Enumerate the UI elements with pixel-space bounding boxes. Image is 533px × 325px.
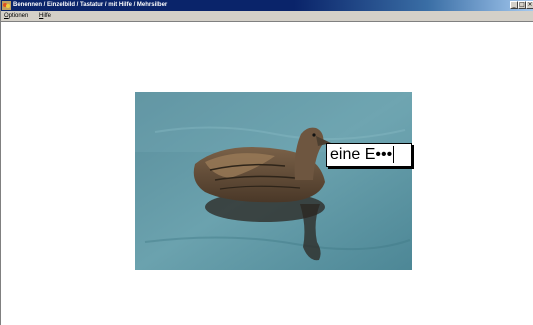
duck-picture: [135, 92, 412, 270]
app-icon: [2, 1, 11, 10]
close-button[interactable]: ×: [526, 1, 533, 9]
minimize-button[interactable]: _: [510, 1, 518, 9]
app-window: Benennen / Einzelbild / Tastatur / mit H…: [0, 0, 533, 325]
text-caret: [393, 146, 395, 164]
answer-input-text: eine E•••: [330, 146, 393, 163]
answer-input[interactable]: eine E•••: [326, 143, 412, 167]
title-bar[interactable]: Benennen / Einzelbild / Tastatur / mit H…: [1, 0, 533, 11]
menu-optionen-label: ptionen: [8, 13, 29, 19]
menu-hilfe-label: ilfe: [43, 13, 52, 19]
content-area: eine E•••: [1, 22, 533, 325]
maximize-button[interactable]: □: [518, 1, 526, 9]
menu-hilfe[interactable]: Hilfe: [39, 11, 51, 22]
window-title: Benennen / Einzelbild / Tastatur / mit H…: [13, 2, 168, 8]
menu-bar: Optionen Hilfe: [1, 11, 533, 22]
menu-optionen[interactable]: Optionen: [4, 11, 28, 22]
